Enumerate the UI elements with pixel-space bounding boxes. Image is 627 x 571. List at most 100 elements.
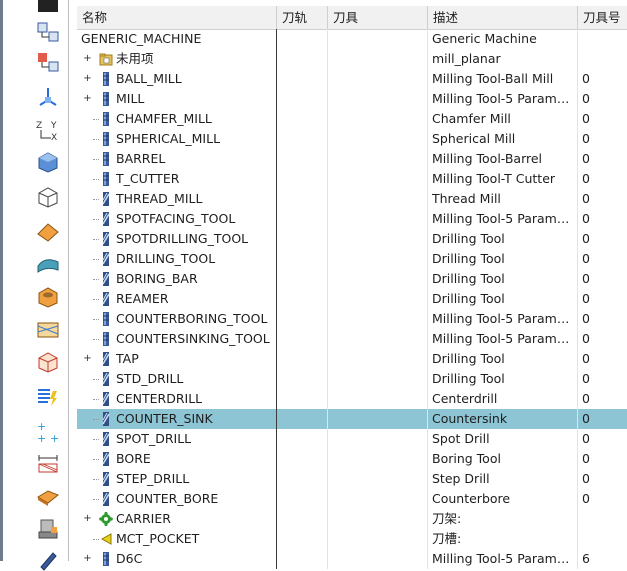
- name-cell: SPHERICAL_MILL: [77, 129, 277, 149]
- machine-icon[interactable]: [35, 517, 61, 541]
- tool-cell: [328, 189, 428, 209]
- wcs-axes-icon[interactable]: ZYX: [35, 118, 61, 142]
- tree-row[interactable]: COUNTERSINKING_TOOL Milling Tool-5 Parame…: [77, 329, 627, 349]
- header-toolpath[interactable]: 刀轨: [277, 6, 328, 29]
- stock-icon[interactable]: [35, 485, 61, 509]
- tree-row[interactable]: COUNTER_BORE Counterbore 0: [77, 489, 627, 509]
- tree-row[interactable]: + 未用项 mill_planar: [77, 49, 627, 69]
- tree-row[interactable]: BORING_BAR Drilling Tool 0: [77, 269, 627, 289]
- tool-number-cell: 0: [582, 331, 590, 346]
- tool-cell: [328, 349, 428, 369]
- tool-view-icon[interactable]: [35, 20, 61, 44]
- description-cell: mill_planar: [428, 49, 578, 69]
- tree-row[interactable]: STEP_DRILL Step Drill 0: [77, 469, 627, 489]
- row-name: GENERIC_MACHINE: [81, 31, 202, 46]
- description-cell: Milling Tool-T Cutter: [428, 169, 578, 189]
- tree-row[interactable]: SPOTFACING_TOOL Milling Tool-5 Parameters…: [77, 209, 627, 229]
- tree-row[interactable]: SPHERICAL_MILL Spherical Mill 0: [77, 129, 627, 149]
- name-cell: REAMER: [77, 289, 277, 309]
- toolpath-cell: [277, 269, 328, 289]
- blank-shade-icon[interactable]: [35, 220, 61, 244]
- measure-icon[interactable]: [35, 452, 61, 476]
- expand-icon[interactable]: +: [83, 94, 92, 104]
- tree-row[interactable]: CENTERDRILL Centerdrill 0: [77, 389, 627, 409]
- section-icon[interactable]: [35, 318, 61, 342]
- name-cell: GENERIC_MACHINE: [77, 29, 277, 49]
- row-name: BALL_MILL: [116, 71, 182, 86]
- tree-row[interactable]: T_CUTTER Milling Tool-T Cutter 0: [77, 169, 627, 189]
- expand-icon[interactable]: +: [83, 54, 92, 64]
- tree-row[interactable]: + MILL Milling Tool-5 Parameters 0: [77, 89, 627, 109]
- toolpath-cell: [277, 89, 328, 109]
- mill-tool-icon: [99, 111, 113, 127]
- tree-row[interactable]: COUNTER_SINK Countersink 0: [77, 409, 627, 429]
- toolpath-cell: [277, 469, 328, 489]
- expand-icon[interactable]: +: [83, 354, 92, 364]
- part-shade-icon[interactable]: [35, 285, 61, 309]
- tree-row[interactable]: SPOT_DRILL Spot Drill 0: [77, 429, 627, 449]
- tree-row[interactable]: + CARRIER 刀架:: [77, 509, 627, 529]
- name-cell: + D6C: [77, 549, 277, 569]
- tree-row[interactable]: REAMER Drilling Tool 0: [77, 289, 627, 309]
- expand-icon[interactable]: +: [83, 554, 92, 564]
- tree-row[interactable]: CHAMFER_MILL Chamfer Mill 0: [77, 109, 627, 129]
- column-header: 名称 刀轨 刀具 描述 刀具号: [77, 6, 627, 30]
- name-cell: + 未用项: [77, 49, 277, 69]
- operation-navigator: 名称 刀轨 刀具 描述 刀具号 GENERIC_MACHINE Generic M…: [77, 6, 627, 569]
- mcs-icon[interactable]: [35, 85, 61, 109]
- folder-icon: [99, 51, 113, 67]
- tree-row[interactable]: DRILLING_TOOL Drilling Tool 0: [77, 249, 627, 269]
- tool-cell: [328, 369, 428, 389]
- name-cell: COUNTERSINKING_TOOL: [77, 329, 277, 349]
- tree-row[interactable]: MCT_POCKET 刀槽:: [77, 529, 627, 549]
- tree-row[interactable]: GENERIC_MACHINE Generic Machine: [77, 29, 627, 49]
- tree-row[interactable]: + D6C Milling Tool-5 Parameters 6: [77, 549, 627, 569]
- tree-row[interactable]: COUNTERBORING_TOOL Milling Tool-5 Paramet…: [77, 309, 627, 329]
- header-name[interactable]: 名称: [77, 6, 277, 29]
- solid-block-icon[interactable]: [35, 150, 61, 174]
- description-cell: Milling Tool-Ball Mill: [428, 69, 578, 89]
- description-cell: Drilling Tool: [428, 229, 578, 249]
- row-name: BORING_BAR: [116, 271, 198, 286]
- header-tool[interactable]: 刀具: [328, 6, 428, 29]
- mill-tool-icon: [99, 71, 113, 87]
- row-name: MILL: [116, 91, 145, 106]
- tool-cell: [328, 89, 428, 109]
- carrier-icon: [99, 511, 113, 527]
- description-cell: Milling Tool-5 Parameters: [428, 549, 578, 569]
- toolpath-cell: [277, 489, 328, 509]
- row-name: 未用项: [116, 51, 154, 66]
- face-shade-icon[interactable]: [35, 252, 61, 276]
- header-description[interactable]: 描述: [428, 6, 578, 29]
- wireframe-cube-icon[interactable]: [35, 185, 61, 209]
- pen-icon[interactable]: [35, 547, 61, 571]
- tool-number-cell: 0: [582, 131, 590, 146]
- expand-icon[interactable]: +: [83, 514, 92, 524]
- drill-tool-icon: [99, 231, 113, 247]
- toolpath-cell: [277, 29, 328, 49]
- tool-cell: [328, 209, 428, 229]
- tree-row[interactable]: BORE Boring Tool 0: [77, 449, 627, 469]
- tree-row[interactable]: STD_DRILL Drilling Tool 0: [77, 369, 627, 389]
- geometry-view-icon[interactable]: [35, 50, 61, 74]
- tree-row[interactable]: + BALL_MILL Milling Tool-Ball Mill 0: [77, 69, 627, 89]
- description-cell: Step Drill: [428, 469, 578, 489]
- tool-cell: [328, 469, 428, 489]
- description-cell: Drilling Tool: [428, 349, 578, 369]
- expand-icon[interactable]: +: [83, 74, 92, 84]
- tool-number-cell: [578, 509, 627, 529]
- tree-row[interactable]: SPOTDRILLING_TOOL Drilling Tool 0: [77, 229, 627, 249]
- name-cell: + TAP: [77, 349, 277, 369]
- tree-row[interactable]: THREAD_MILL Thread Mill 0: [77, 189, 627, 209]
- tool-cell: [328, 509, 428, 529]
- name-cell: SPOTDRILLING_TOOL: [77, 229, 277, 249]
- name-cell: STD_DRILL: [77, 369, 277, 389]
- tree-row[interactable]: BARREL Milling Tool-Barrel 0: [77, 149, 627, 169]
- row-name: MCT_POCKET: [116, 531, 200, 546]
- cube-grid-icon[interactable]: [35, 350, 61, 374]
- tree-row[interactable]: + TAP Drilling Tool 0: [77, 349, 627, 369]
- list-edit-icon[interactable]: [35, 385, 61, 409]
- add-points-icon[interactable]: + + +: [35, 420, 61, 444]
- header-tool-number[interactable]: 刀具号: [578, 6, 627, 29]
- svg-text:Z: Z: [36, 121, 42, 131]
